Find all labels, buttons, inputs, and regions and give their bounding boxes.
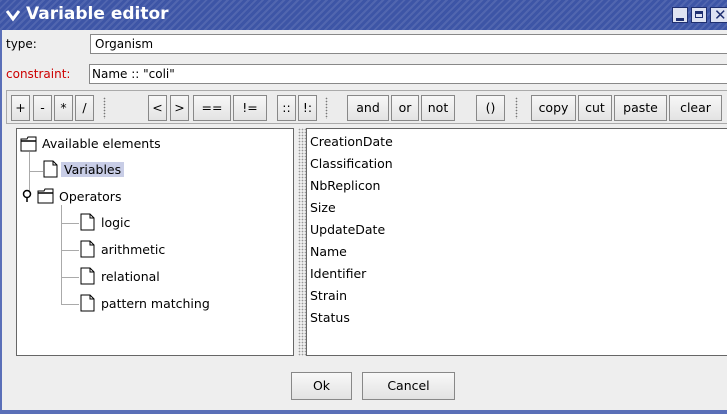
parentheses-button[interactable]: () — [476, 95, 505, 121]
tree-line — [29, 171, 43, 172]
paste-button[interactable]: paste — [614, 95, 667, 121]
tree-item-pattern-matching[interactable]: pattern matching — [101, 296, 210, 311]
match-button[interactable]: :: — [277, 95, 296, 121]
document-icon — [80, 240, 95, 258]
not-equals-button[interactable]: != — [233, 95, 267, 121]
cancel-button[interactable]: Cancel — [362, 372, 455, 400]
or-button[interactable]: or — [391, 95, 419, 121]
tree-item-arithmetic[interactable]: arithmetic — [101, 242, 165, 257]
window-title: Variable editor — [26, 4, 169, 24]
list-item[interactable]: UpdateDate — [310, 222, 385, 237]
and-button[interactable]: and — [347, 95, 389, 121]
tree-root-label[interactable]: Available elements — [42, 136, 161, 151]
elements-tree[interactable]: Available elements Variables Operators l… — [16, 128, 294, 356]
not-match-button[interactable]: !: — [298, 95, 317, 121]
plus-button[interactable]: + — [11, 95, 30, 121]
document-icon — [80, 267, 95, 285]
list-item[interactable]: CreationDate — [310, 134, 393, 149]
constraint-field[interactable]: Name :: "coli" — [89, 64, 727, 84]
document-icon — [80, 213, 95, 231]
tree-line — [61, 205, 62, 304]
tree-line — [61, 223, 79, 224]
folder-icon — [20, 136, 37, 152]
divide-button[interactable]: / — [75, 95, 94, 121]
list-item[interactable]: Size — [310, 200, 336, 215]
toolbar-separator — [515, 97, 518, 119]
type-label: type: — [6, 37, 37, 51]
minimize-icon[interactable] — [672, 7, 688, 23]
constraint-label: constraint: — [6, 67, 71, 81]
window-border — [0, 30, 2, 410]
operator-toolbar: + - * / < > == != :: !: and or not () co… — [6, 90, 727, 124]
expand-handle-icon[interactable] — [22, 189, 34, 203]
document-icon — [80, 294, 95, 312]
cut-button[interactable]: cut — [578, 95, 612, 121]
list-item[interactable]: Status — [310, 310, 350, 325]
minus-button[interactable]: - — [33, 95, 52, 121]
list-item[interactable]: Classification — [310, 156, 393, 171]
toolbar-separator — [103, 97, 106, 119]
tree-item-logic[interactable]: logic — [101, 215, 130, 230]
editor-panels: Available elements Variables Operators l… — [16, 128, 727, 356]
constraint-row: constraint: Name :: "coli" — [6, 64, 727, 84]
window-border — [0, 410, 727, 414]
list-item[interactable]: Identifier — [310, 266, 366, 281]
list-item[interactable]: Strain — [310, 288, 347, 303]
tree-line — [61, 304, 79, 305]
list-item[interactable]: NbReplicon — [310, 178, 380, 193]
type-field[interactable]: Organism — [90, 34, 727, 54]
list-item[interactable]: Name — [310, 244, 347, 259]
tree-line — [61, 250, 79, 251]
panel-splitter[interactable] — [298, 128, 306, 356]
greater-than-button[interactable]: > — [170, 95, 189, 121]
document-icon — [43, 160, 58, 178]
tree-item-variables[interactable]: Variables — [61, 162, 125, 177]
tree-item-operators[interactable]: Operators — [59, 189, 121, 204]
not-button[interactable]: not — [421, 95, 455, 121]
multiply-button[interactable]: * — [54, 95, 73, 121]
copy-button[interactable]: copy — [531, 95, 576, 121]
attributes-list[interactable]: CreationDate Classification NbReplicon S… — [306, 128, 727, 356]
title-bar[interactable]: Variable editor ✕ — [0, 0, 727, 30]
less-than-button[interactable]: < — [148, 95, 167, 121]
maximize-icon[interactable] — [691, 7, 707, 23]
close-icon[interactable]: ✕ — [710, 6, 727, 24]
variable-editor-window: Variable editor ✕ type: Organism constra… — [0, 0, 727, 414]
equals-button[interactable]: == — [193, 95, 231, 121]
tree-line — [61, 277, 79, 278]
window-menu-chevron-icon[interactable] — [5, 7, 21, 23]
type-row: type: Organism — [6, 34, 727, 54]
folder-icon — [37, 188, 54, 204]
tree-item-relational[interactable]: relational — [101, 269, 160, 284]
clear-button[interactable]: clear — [669, 95, 722, 121]
ok-button[interactable]: Ok — [291, 372, 352, 400]
toolbar-separator — [325, 97, 328, 119]
